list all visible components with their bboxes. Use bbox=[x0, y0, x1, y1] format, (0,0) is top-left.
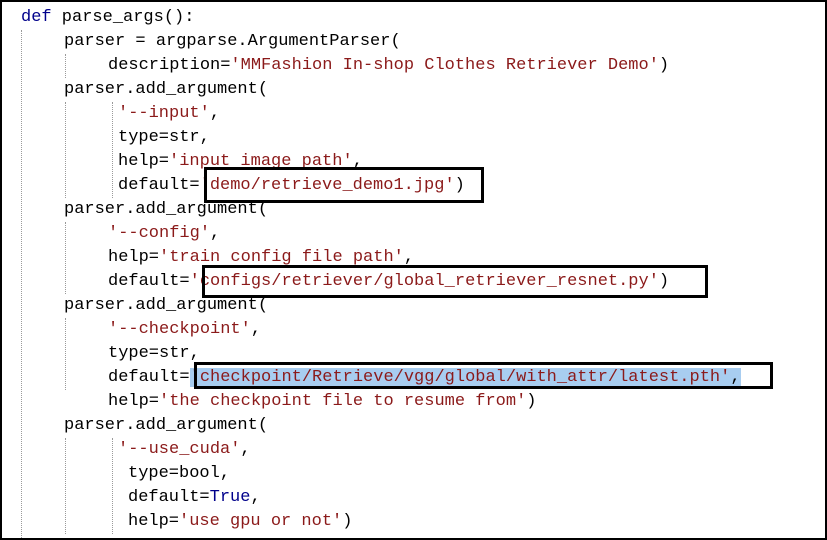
code-text: , bbox=[209, 104, 221, 123]
code-text: type=str, bbox=[108, 344, 200, 363]
code-text: default= bbox=[108, 272, 190, 291]
code-text: type=str, bbox=[118, 128, 210, 147]
code-text: parser.add_argument( bbox=[64, 416, 269, 435]
code-line: type=str, bbox=[118, 126, 210, 150]
code-line: help='use gpu or not') bbox=[128, 510, 352, 534]
code-editor[interactable]: def parse_args(): parser = argparse.Argu… bbox=[0, 0, 827, 540]
code-text: help= bbox=[108, 392, 160, 411]
code-line: type=str, bbox=[108, 342, 200, 366]
code-text: parser.add_argument( bbox=[64, 80, 269, 99]
code-text: description= bbox=[108, 56, 231, 75]
indent-guide bbox=[65, 222, 66, 294]
code-line: parser.add_argument( bbox=[64, 414, 268, 438]
indent-guide bbox=[65, 102, 66, 198]
code-text: default= bbox=[118, 176, 200, 195]
code-text: parser = argparse.ArgumentParser( bbox=[64, 32, 401, 51]
string-literal: '--use_cuda' bbox=[118, 440, 241, 459]
code-text: help= bbox=[118, 152, 170, 171]
code-line: '--use_cuda', bbox=[118, 438, 251, 462]
code-line: '--checkpoint', bbox=[108, 318, 261, 342]
highlight-box-checkpoint-default bbox=[194, 362, 773, 389]
code-line: description='MMFashion In-shop Clothes R… bbox=[108, 54, 669, 78]
code-text: help= bbox=[128, 512, 180, 531]
string-literal: '--config' bbox=[108, 224, 211, 243]
code-text: ) bbox=[342, 512, 353, 531]
code-text: , bbox=[240, 440, 251, 459]
code-text: default= bbox=[128, 488, 210, 507]
code-text: , bbox=[250, 488, 261, 507]
code-line: parser = argparse.ArgumentParser( bbox=[64, 30, 401, 54]
code-text: , bbox=[210, 224, 221, 243]
indent-guide bbox=[65, 54, 66, 78]
keyword-true: True bbox=[209, 488, 251, 507]
code-line: help='the checkpoint file to resume from… bbox=[108, 390, 536, 414]
code-text: ) bbox=[526, 392, 537, 411]
keyword-def: def bbox=[21, 8, 52, 27]
string-literal: '--input' bbox=[118, 104, 210, 123]
indent-guide bbox=[65, 438, 66, 534]
code-line-def: def parse_args(): bbox=[21, 6, 194, 30]
code-text: parse_args(): bbox=[51, 8, 195, 27]
highlight-box-input-default bbox=[204, 167, 484, 203]
indent-guide bbox=[21, 30, 22, 538]
code-line: default=True, bbox=[128, 486, 261, 510]
code-text: , bbox=[250, 320, 262, 339]
code-text: default= bbox=[108, 368, 190, 387]
indent-guide bbox=[112, 102, 113, 198]
string-literal: 'MMFashion In-shop Clothes Retriever Dem… bbox=[230, 56, 659, 75]
code-line: '--config', bbox=[108, 222, 220, 246]
string-literal: 'use gpu or not' bbox=[179, 512, 343, 531]
indent-guide bbox=[112, 438, 113, 534]
string-literal: '--checkpoint' bbox=[108, 320, 251, 339]
code-text: help= bbox=[108, 248, 160, 267]
code-text: parser.add_argument( bbox=[64, 296, 269, 315]
code-line: '--input', bbox=[118, 102, 220, 126]
indent-guide bbox=[65, 318, 66, 390]
code-line: type=bool, bbox=[128, 462, 230, 486]
code-text: ) bbox=[658, 56, 670, 75]
highlight-box-config-default bbox=[202, 265, 708, 298]
code-text: type=bool, bbox=[128, 464, 231, 483]
code-line: parser.add_argument( bbox=[64, 78, 268, 102]
string-literal: 'the checkpoint file to resume from' bbox=[159, 392, 527, 411]
